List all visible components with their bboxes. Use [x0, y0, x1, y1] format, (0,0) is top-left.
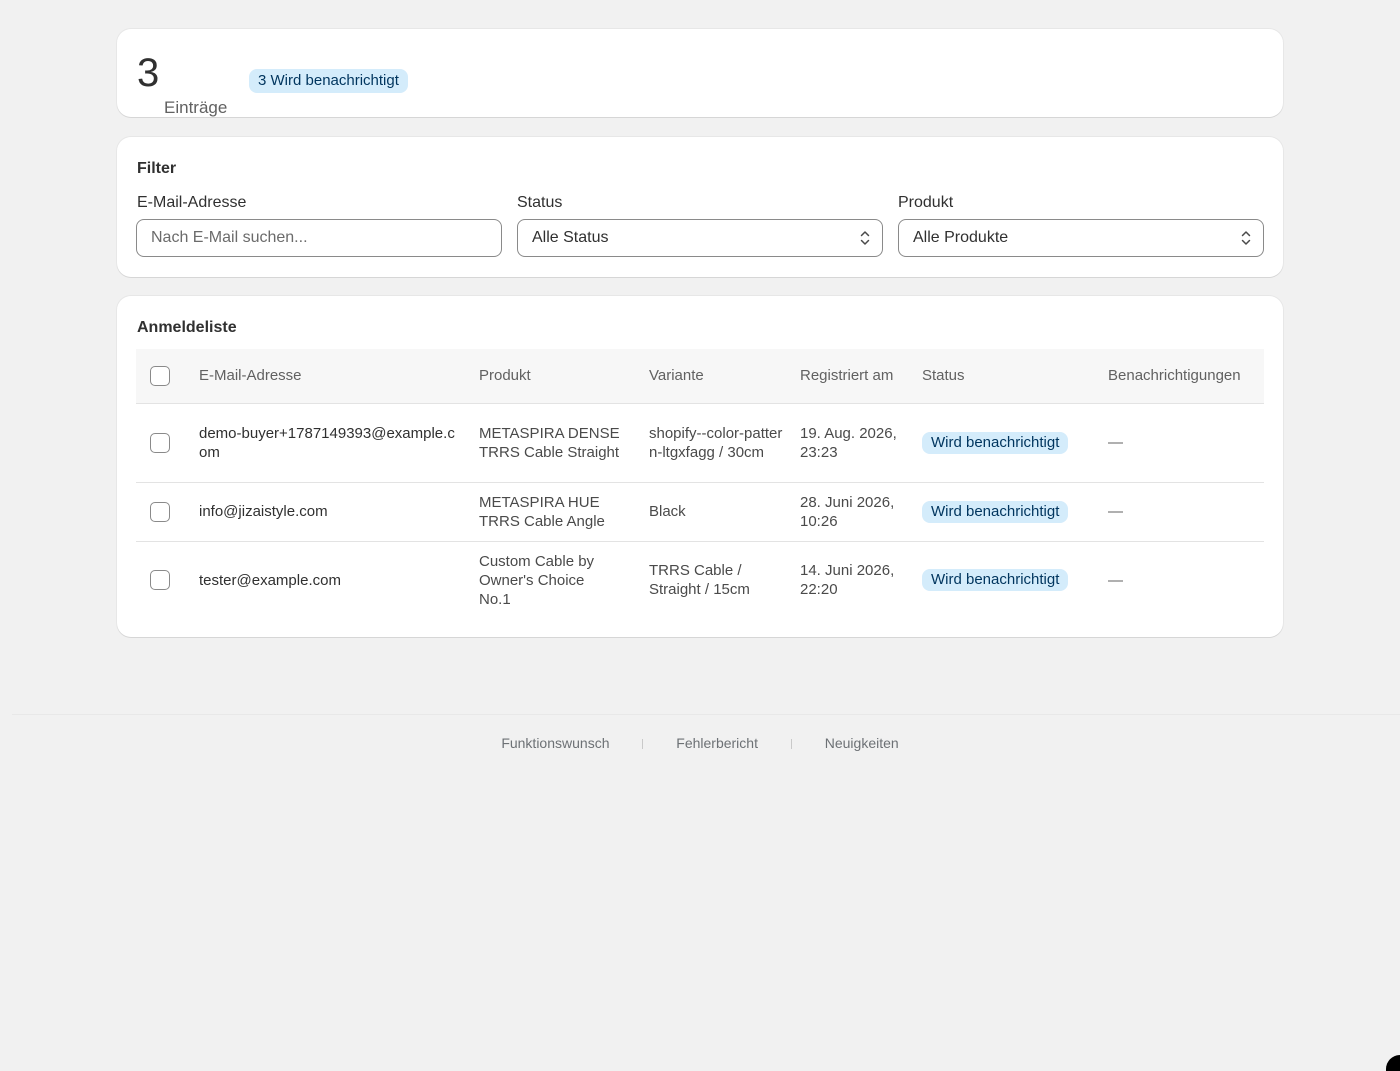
- table-row[interactable]: tester@example.com Custom Cable by Owner…: [136, 541, 1264, 619]
- column-header-variant[interactable]: Variante: [649, 349, 800, 403]
- product-select-value: Alle Produkte: [913, 229, 1009, 246]
- table-header-row: E-Mail-Adresse Produkt Variante Registri…: [136, 349, 1264, 403]
- footer-separator: [790, 739, 792, 750]
- row-product: METASPIRA DENSE TRRS Cable Straight: [479, 424, 620, 461]
- row-product: METASPIRA HUE TRRS Cable Angle: [479, 493, 605, 530]
- email-filter-label: E-Mail-Adresse: [137, 194, 247, 211]
- news-link[interactable]: Neuigkeiten: [825, 735, 899, 751]
- row-registered: 14. Juni 2026, 22:20: [800, 562, 895, 599]
- entry-count-label: Einträge: [164, 98, 228, 117]
- waitlist-title: Anmeldeliste: [137, 319, 237, 336]
- row-notifications: —: [1108, 503, 1123, 520]
- feature-request-link[interactable]: Funktionswunsch: [501, 735, 609, 751]
- product-select[interactable]: Alle Produkte: [898, 219, 1264, 257]
- footer-separator: [642, 739, 644, 750]
- waitlist-card: Anmeldeliste E-Mail-Adresse Produkt Vari…: [117, 296, 1283, 637]
- row-email: tester@example.com: [199, 571, 341, 589]
- product-filter-label: Produkt: [898, 194, 954, 211]
- waitlist-table: E-Mail-Adresse Produkt Variante Registri…: [136, 349, 1264, 619]
- table-row[interactable]: info@jizaistyle.com METASPIRA HUE TRRS C…: [136, 482, 1264, 541]
- footer-links: Funktionswunsch Fehlerbericht Neuigkeite…: [0, 735, 1400, 751]
- row-registered: 19. Aug. 2026, 23:23: [800, 424, 897, 461]
- row-notifications: —: [1108, 571, 1123, 589]
- column-header-email[interactable]: E-Mail-Adresse: [199, 349, 479, 403]
- status-filter-label: Status: [517, 194, 563, 211]
- email-search-input[interactable]: Nach E-Mail suchen...: [136, 219, 502, 257]
- row-variant: TRRS Cable / Straight / 15cm: [649, 562, 750, 599]
- column-header-notifications[interactable]: Benachrichtigungen: [1108, 349, 1264, 403]
- row-notifications: —: [1108, 434, 1123, 451]
- row-checkbox[interactable]: [150, 501, 170, 522]
- filter-title: Filter: [137, 160, 177, 177]
- summary-card: 3 Einträge 3 Wird benachrichtigt: [117, 29, 1283, 117]
- select-arrows-icon: [860, 231, 870, 245]
- entry-count: 3: [137, 51, 160, 95]
- select-all-checkbox[interactable]: [150, 365, 170, 386]
- row-email: demo-buyer+1787149393@example.com: [199, 424, 455, 461]
- row-variant: shopify--color-pattern-ltgxfagg / 30cm: [649, 424, 783, 461]
- bug-report-link[interactable]: Fehlerbericht: [676, 735, 758, 751]
- status-badge: Wird benachrichtigt: [922, 569, 1069, 592]
- row-email: info@jizaistyle.com: [199, 503, 328, 520]
- column-header-product[interactable]: Produkt: [479, 349, 649, 403]
- status-badge: Wird benachrichtigt: [922, 431, 1069, 454]
- row-variant: Black: [649, 503, 686, 520]
- window-corner: [1386, 1055, 1400, 1071]
- status-select-value: Alle Status: [532, 229, 609, 246]
- table-row[interactable]: demo-buyer+1787149393@example.com METASP…: [136, 403, 1264, 482]
- status-badge: Wird benachrichtigt: [922, 500, 1069, 523]
- status-select[interactable]: Alle Status: [517, 219, 883, 257]
- select-arrows-icon: [1241, 231, 1251, 245]
- row-checkbox[interactable]: [150, 432, 170, 453]
- column-header-status[interactable]: Status: [922, 349, 1108, 403]
- notify-summary-badge: 3 Wird benachrichtigt: [249, 69, 408, 93]
- row-checkbox[interactable]: [150, 570, 170, 591]
- row-product: Custom Cable by Owner's Choice No.1: [479, 552, 595, 608]
- column-header-registered[interactable]: Registriert am: [800, 349, 922, 403]
- row-registered: 28. Juni 2026, 10:26: [800, 493, 895, 530]
- filter-card: Filter E-Mail-Adresse Nach E-Mail suchen…: [117, 137, 1283, 277]
- footer-divider: [12, 714, 1400, 715]
